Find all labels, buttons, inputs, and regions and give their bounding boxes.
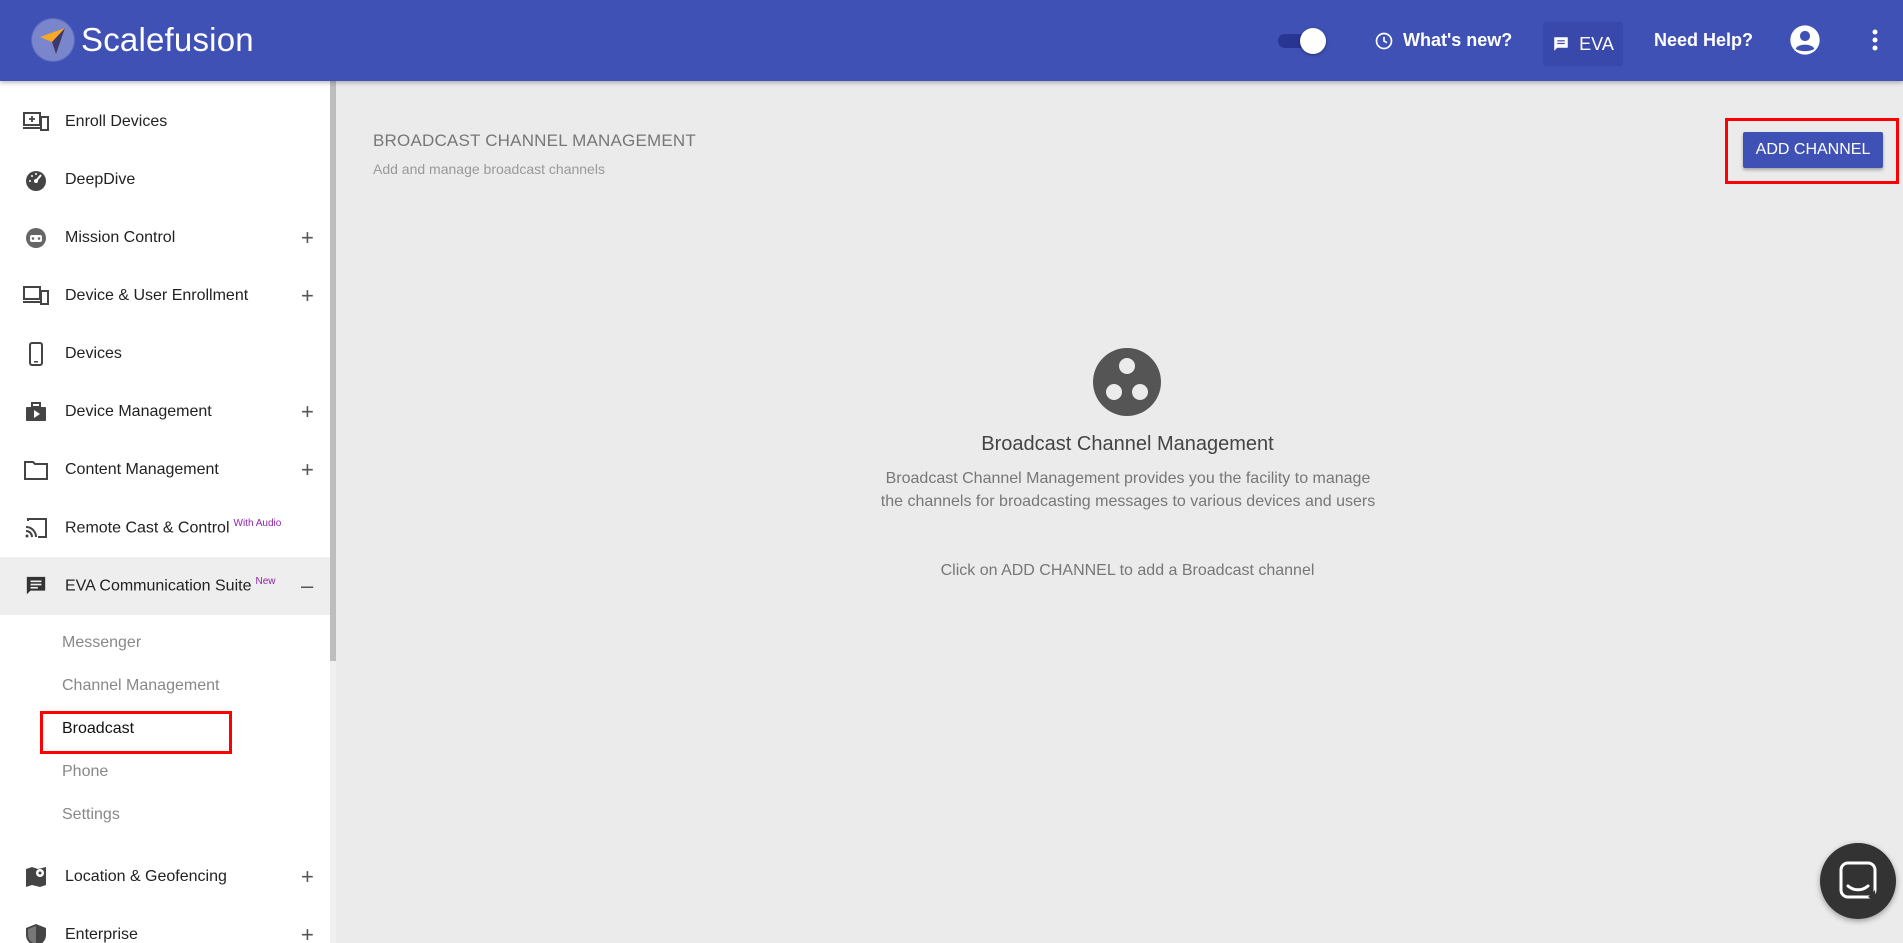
sidebar-item-enterprise[interactable]: Enterprise + xyxy=(0,906,330,943)
sidebar-item-label: Remote Cast & Control With Audio xyxy=(65,518,281,537)
clock-icon xyxy=(1375,32,1393,49)
eva-button[interactable]: EVA xyxy=(1543,22,1623,66)
more-options-icon[interactable] xyxy=(1871,28,1879,57)
broadcast-highlight-box xyxy=(40,711,232,754)
whats-new-link[interactable]: What's new? xyxy=(1374,0,1512,81)
account-icon[interactable] xyxy=(1789,24,1821,61)
sidebar-item-text: EVA Communication Suite xyxy=(65,577,252,595)
phone-icon xyxy=(23,341,49,367)
sidebar-item-location-geofencing[interactable]: Location & Geofencing + xyxy=(0,848,330,906)
chat-bubble-icon xyxy=(1839,861,1877,901)
sidebar-item-label: Device Management xyxy=(65,403,212,420)
sidebar-item-enroll-devices[interactable]: Enroll Devices xyxy=(0,93,330,151)
expand-plus-icon[interactable]: + xyxy=(301,922,314,943)
sidebar-item-text: Remote Cast & Control xyxy=(65,519,230,537)
icon-dot xyxy=(1132,384,1148,400)
expand-plus-icon[interactable]: + xyxy=(301,864,314,890)
sidebar-item-label: Devices xyxy=(65,345,122,362)
shield-icon xyxy=(23,922,49,943)
toggle-knob xyxy=(1300,28,1326,54)
need-help-label: Need Help? xyxy=(1654,30,1754,50)
briefcase-icon xyxy=(23,399,49,425)
expand-plus-icon[interactable]: + xyxy=(301,283,314,309)
empty-state-description: Broadcast Channel Management provides yo… xyxy=(880,470,1376,510)
sidebar-item-label: DeepDive xyxy=(65,171,136,188)
page-title: BROADCAST CHANNEL MANAGEMENT xyxy=(373,131,696,150)
sub-item-phone[interactable]: Phone xyxy=(62,763,108,781)
support-chat-button[interactable] xyxy=(1820,843,1896,919)
expand-plus-icon[interactable]: + xyxy=(301,225,314,251)
page-subtitle: Add and manage broadcast channels xyxy=(373,161,605,177)
sidebar-item-label: Location & Geofencing xyxy=(65,868,227,885)
chat-icon xyxy=(1554,37,1568,51)
app-name: Scalefusion xyxy=(81,21,254,58)
sub-item-settings[interactable]: Settings xyxy=(62,806,120,824)
sidebar-item-device-user-enrollment[interactable]: Device & User Enrollment + xyxy=(0,267,330,325)
add-channel-button[interactable]: ADD CHANNEL xyxy=(1743,132,1883,168)
cast-icon xyxy=(23,515,49,541)
need-help-link[interactable]: Need Help? xyxy=(1654,0,1753,81)
sidebar-item-devices[interactable]: Devices xyxy=(0,325,330,383)
sidebar-item-label: Mission Control xyxy=(65,229,176,246)
enroll-devices-icon xyxy=(23,109,49,135)
sidebar-item-label: Enroll Devices xyxy=(65,113,168,130)
sidebar-item-remote-cast[interactable]: Remote Cast & Control With Audio xyxy=(0,499,330,557)
app-logo[interactable]: Scalefusion xyxy=(31,18,254,62)
icon-dot xyxy=(1119,358,1135,374)
folder-icon xyxy=(23,457,49,483)
devices-enrollment-icon xyxy=(23,283,49,309)
expand-plus-icon[interactable]: + xyxy=(301,457,314,483)
speedometer-icon xyxy=(23,167,49,193)
sidebar-item-deepdive[interactable]: DeepDive xyxy=(0,151,330,209)
expand-plus-icon[interactable]: + xyxy=(301,399,314,425)
sidebar-item-label: Content Management xyxy=(65,461,219,478)
empty-state-hint: Click on ADD CHANNEL to add a Broadcast … xyxy=(940,562,1315,579)
mission-control-icon xyxy=(23,225,49,251)
theme-toggle[interactable] xyxy=(1278,28,1326,54)
sidebar-item-label: Enterprise xyxy=(65,926,138,943)
sidebar-item-label: Device & User Enrollment xyxy=(65,287,249,304)
sub-item-channel-management[interactable]: Channel Management xyxy=(62,677,219,695)
sub-item-messenger[interactable]: Messenger xyxy=(62,634,141,652)
broadcast-channel-icon xyxy=(1093,348,1161,416)
sidebar-item-mission-control[interactable]: Mission Control + xyxy=(0,209,330,267)
logo-icon xyxy=(31,18,75,62)
whats-new-label: What's new? xyxy=(1403,30,1513,50)
sidebar-nav: Enroll Devices DeepDive Mission Control … xyxy=(0,81,330,943)
eva-label: EVA xyxy=(1579,33,1614,54)
with-audio-badge: With Audio xyxy=(233,518,282,530)
icon-dot xyxy=(1106,384,1122,400)
map-pin-icon xyxy=(23,864,49,890)
top-app-bar: Scalefusion What's new? EVA Need Help? xyxy=(0,0,1903,81)
empty-state-title: Broadcast Channel Management xyxy=(981,433,1274,455)
